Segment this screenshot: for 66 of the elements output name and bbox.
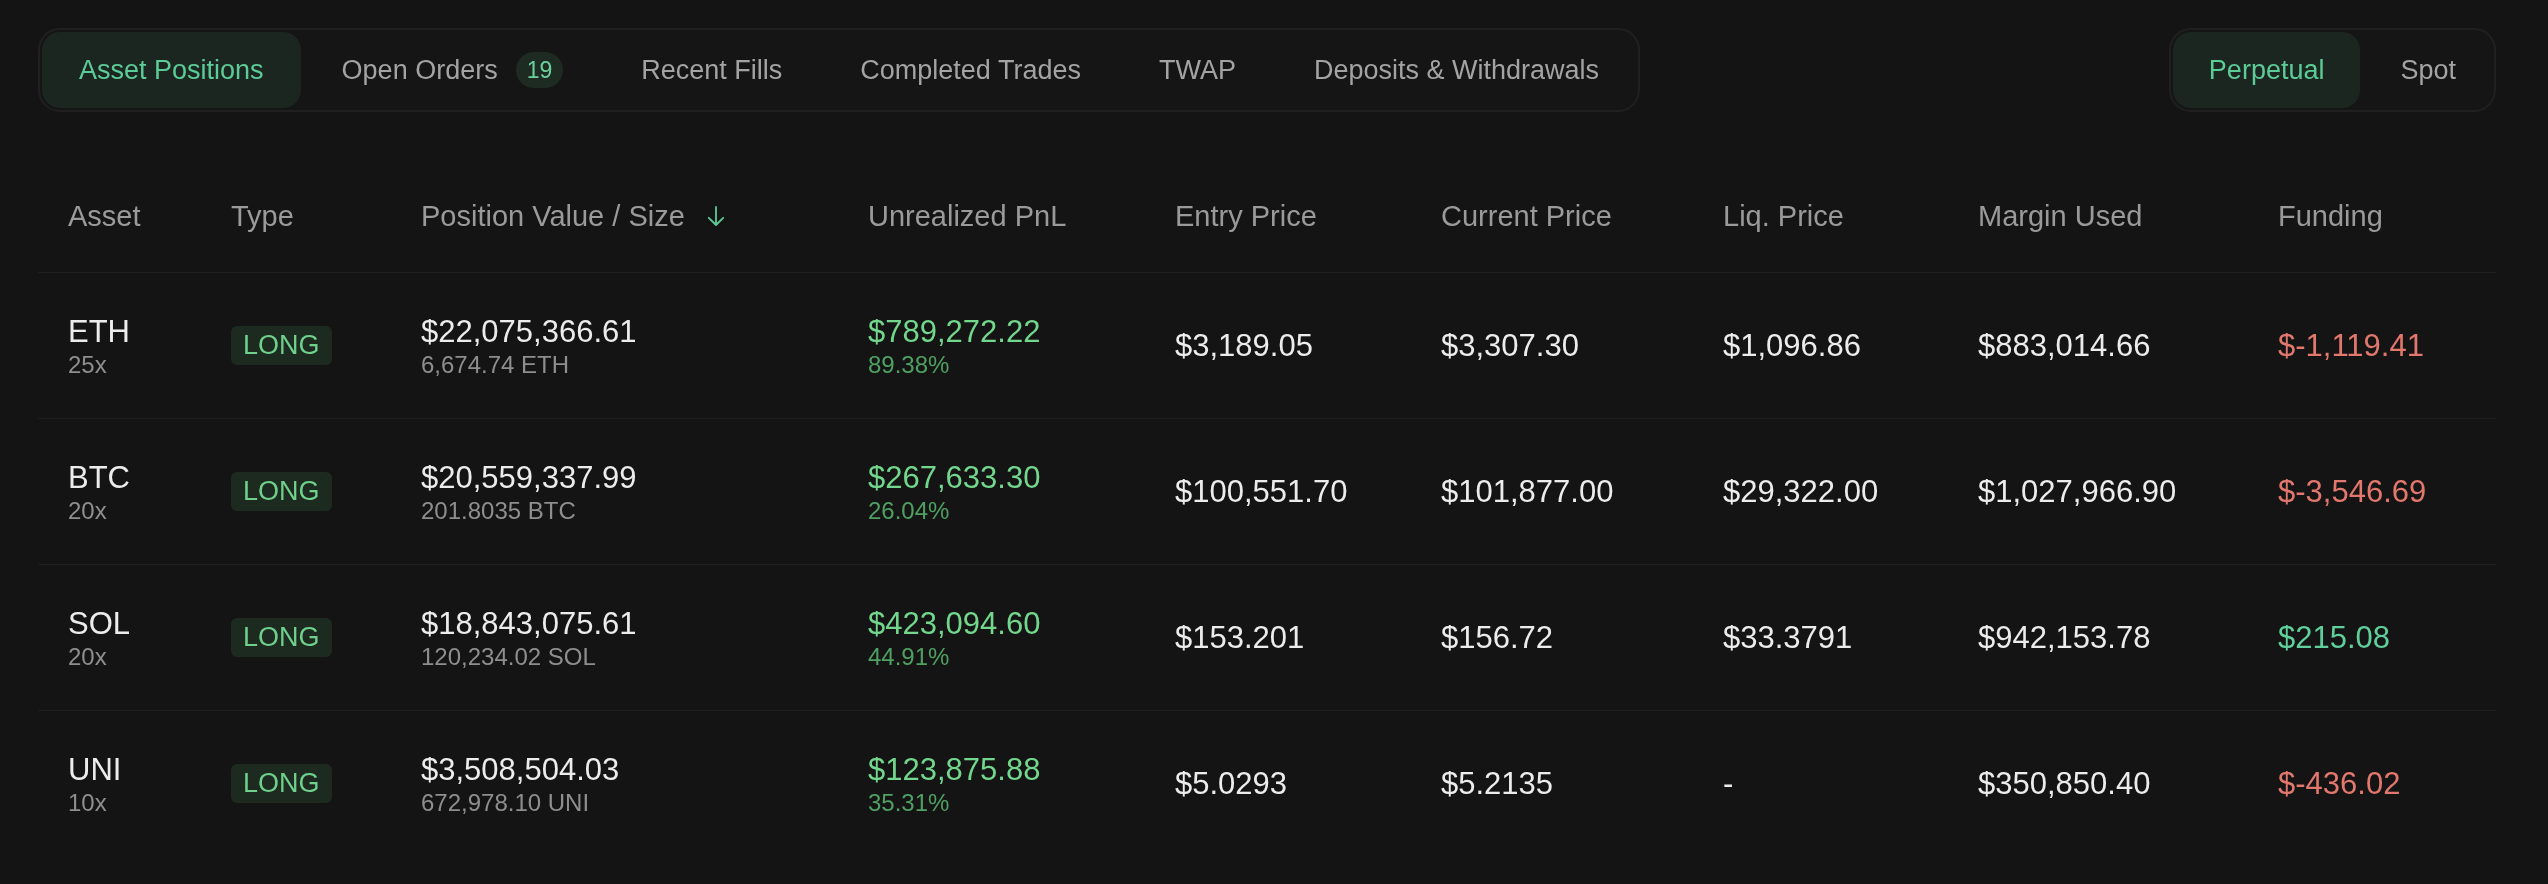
leverage-text: 20x [68, 496, 107, 525]
position-side-badge: LONG [231, 472, 332, 511]
current-price: $3,307.30 [1441, 326, 1579, 365]
position-value: $18,843,075.61 [421, 604, 637, 643]
pnl-percent: 89.38% [868, 350, 950, 379]
current-price: $5.2135 [1441, 764, 1554, 803]
entry-price: $153.201 [1175, 618, 1305, 657]
position-size: 120,234.02 SOL [421, 642, 596, 671]
liquidation-price: - [1723, 764, 1734, 803]
entry-price: $3,189.05 [1175, 326, 1313, 365]
funding-value: $215.08 [2278, 618, 2391, 657]
asset-name: SOL [68, 604, 131, 643]
current-price: $156.72 [1441, 618, 1554, 657]
column-header[interactable]: Type [231, 199, 294, 233]
tab[interactable]: TWAP [1121, 32, 1273, 108]
position-value: $3,508,504.03 [421, 750, 620, 789]
position-size: 6,674.74 ETH [421, 350, 570, 379]
margin-used: $942,153.78 [1978, 618, 2151, 657]
pnl-value: $123,875.88 [868, 750, 1041, 789]
funding-value: $-1,119.41 [2278, 326, 2424, 365]
liquidation-price: $29,322.00 [1723, 472, 1879, 511]
pnl-value: $423,094.60 [868, 604, 1041, 643]
column-header[interactable]: Funding [2278, 199, 2383, 233]
position-value: $22,075,366.61 [421, 312, 637, 351]
count-badge: 19 [515, 52, 564, 88]
tab[interactable]: Open Orders 19 [304, 32, 601, 108]
liquidation-price: $33.3791 [1723, 618, 1853, 657]
position-value: $20,559,337.99 [421, 458, 637, 497]
column-header[interactable]: Entry Price [1175, 199, 1317, 233]
position-side-badge: LONG [231, 326, 332, 365]
toggle-option[interactable]: Perpetual [2172, 32, 2361, 108]
pnl-percent: 35.31% [868, 788, 950, 817]
column-header[interactable]: Liq. Price [1723, 199, 1844, 233]
tab[interactable]: Asset Positions [42, 32, 301, 108]
liquidation-price: $1,096.86 [1723, 326, 1861, 365]
margin-used: $883,014.66 [1978, 326, 2151, 365]
funding-value: $-3,546.69 [2278, 472, 2427, 511]
tab[interactable]: Completed Trades [823, 32, 1118, 108]
current-price: $101,877.00 [1441, 472, 1614, 511]
column-header[interactable]: Unrealized PnL [868, 199, 1067, 233]
pnl-percent: 26.04% [868, 496, 950, 525]
margin-used: $1,027,966.90 [1978, 472, 2177, 511]
column-header[interactable]: Margin Used [1978, 199, 2143, 233]
toggle-option[interactable]: Spot [2364, 32, 2492, 108]
leverage-text: 10x [68, 788, 107, 817]
leverage-text: 20x [68, 642, 107, 671]
entry-price: $100,551.70 [1175, 472, 1348, 511]
pnl-value: $267,633.30 [868, 458, 1041, 497]
position-size: 201.8035 BTC [421, 496, 576, 525]
position-side-badge: LONG [231, 764, 332, 803]
tab[interactable]: Recent Fills [604, 32, 820, 108]
pnl-percent: 44.91% [868, 642, 950, 671]
funding-value: $-436.02 [2278, 764, 2401, 803]
position-side-badge: LONG [231, 618, 332, 657]
margin-used: $350,850.40 [1978, 764, 2151, 803]
leverage-text: 25x [68, 350, 107, 379]
column-header[interactable]: Asset [68, 199, 141, 233]
tab[interactable]: Deposits & Withdrawals [1276, 32, 1637, 108]
asset-name: UNI [68, 750, 122, 789]
pnl-value: $789,272.22 [868, 312, 1041, 351]
entry-price: $5.0293 [1175, 764, 1288, 803]
column-header[interactable]: Position Value / Size [421, 199, 685, 233]
column-header[interactable]: Current Price [1441, 199, 1612, 233]
asset-name: BTC [68, 458, 130, 497]
asset-name: ETH [68, 312, 130, 351]
position-size: 672,978.10 UNI [421, 788, 590, 817]
